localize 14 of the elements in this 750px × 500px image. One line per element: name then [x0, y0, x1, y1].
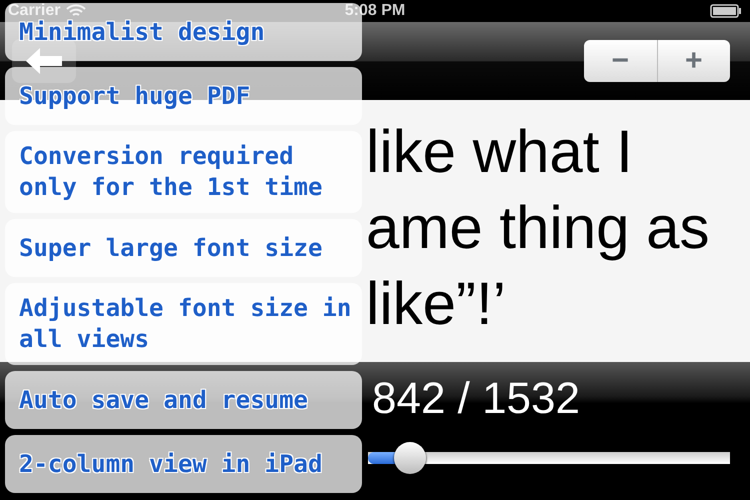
page-indicator: 842 / 1532: [372, 374, 580, 424]
zoom-out-button[interactable]: −: [584, 40, 656, 82]
feature-callout: Conversion required only for the 1st time: [5, 131, 362, 213]
slider-thumb[interactable]: [394, 442, 426, 474]
reader-text-line: like”!’: [366, 269, 506, 339]
feature-callout: 2-column view in iPad: [5, 435, 362, 493]
reader-text-line: like what I: [366, 117, 633, 187]
reader-text-line: ame thing as: [366, 193, 710, 263]
feature-callout: Adjustable font size in all views: [5, 283, 362, 365]
battery-icon: [710, 4, 742, 18]
feature-callout: Support huge PDF: [5, 67, 362, 125]
zoom-in-button[interactable]: +: [656, 40, 730, 82]
feature-callout: Super large font size: [5, 219, 362, 277]
feature-callout: Auto save and resume: [5, 371, 362, 429]
